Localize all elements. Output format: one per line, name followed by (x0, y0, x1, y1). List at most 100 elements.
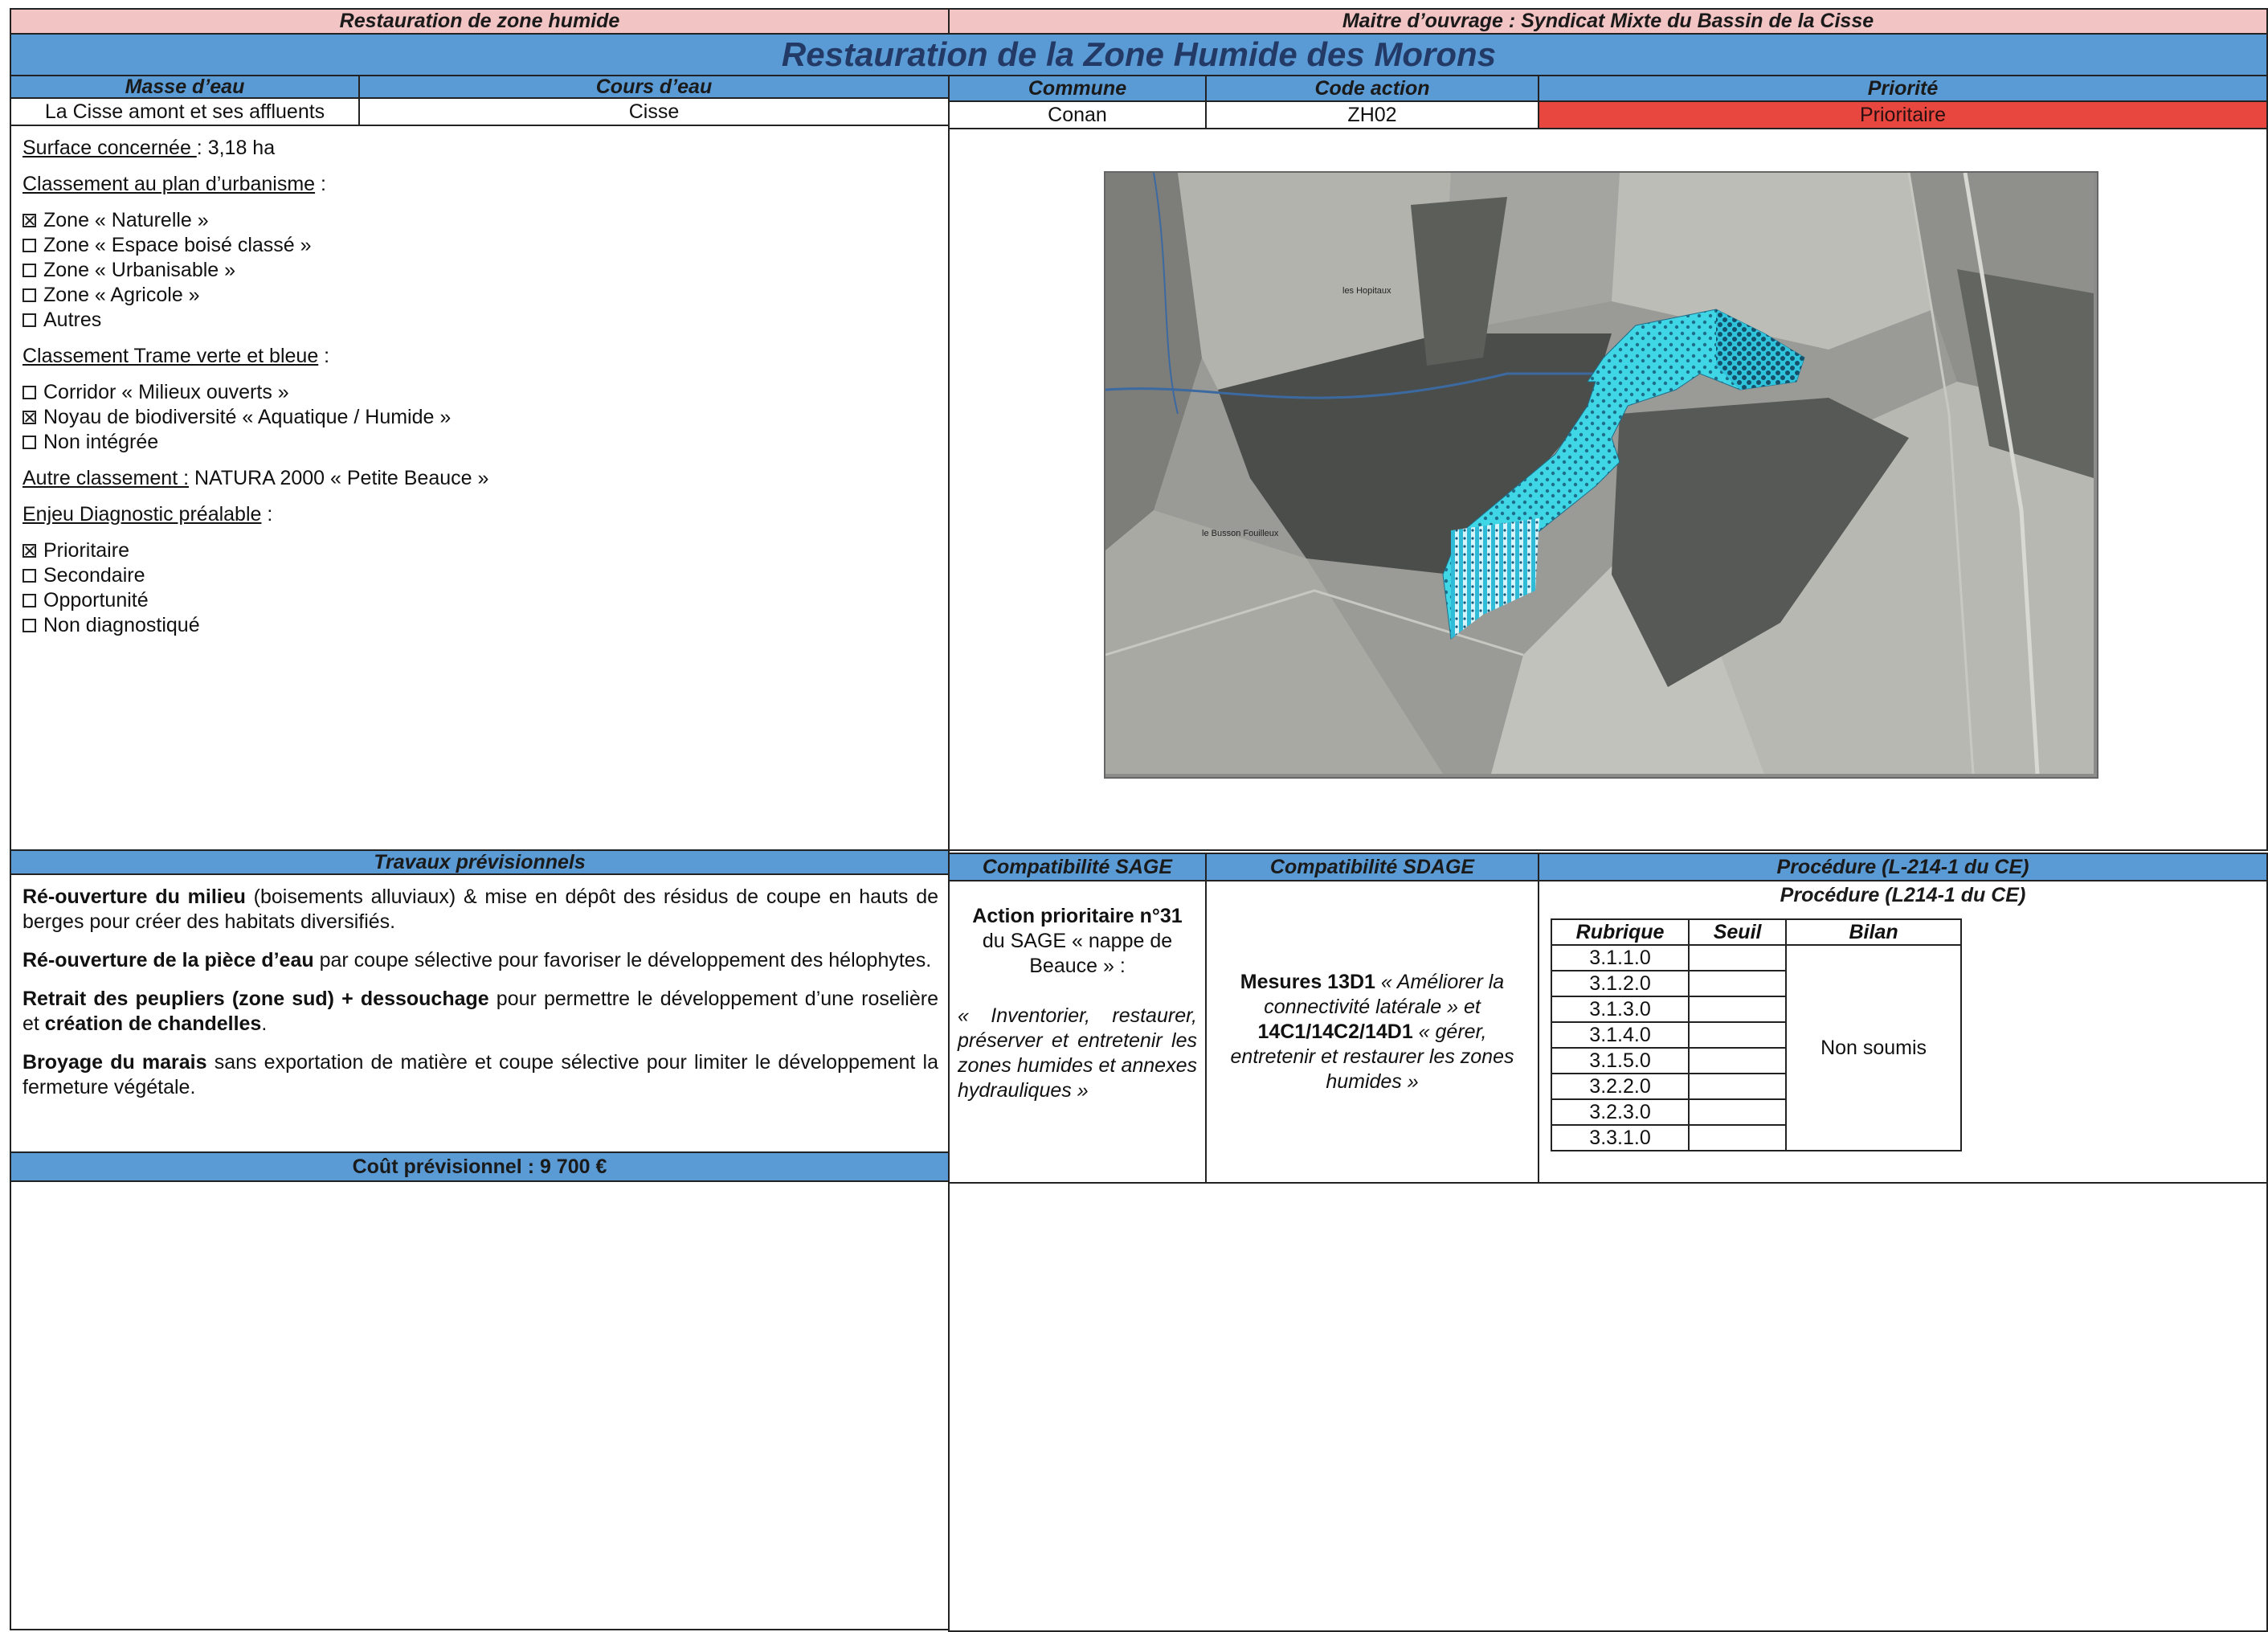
checked-box-icon[interactable] (22, 411, 36, 424)
sdage-measure-1: Mesures 13D1 (1240, 971, 1375, 993)
trame-label: Classement Trame verte et bleue (22, 345, 319, 367)
commune-label: Commune (948, 75, 1207, 102)
travaux-item-4-bold: Broyage du marais (22, 1051, 207, 1074)
procedure-panel: Procédure (L214-1 du CE) Rubrique Seuil … (1538, 880, 2268, 1184)
cout-previsionnel-header: Coût prévisionnel : 9 700 € (10, 1151, 950, 1182)
travaux-item-3-bold: Retrait des peupliers (zone sud) + desso… (22, 988, 489, 1010)
trame-item: Non intégrée (22, 430, 938, 455)
seuil-cell (1688, 944, 1788, 971)
travaux-item-2: Ré-ouverture de la pièce d’eau par coupe… (22, 948, 938, 973)
seuil-cell (1688, 970, 1788, 997)
seuil-cell (1688, 1073, 1788, 1100)
trame-checklist: Corridor « Milieux ouverts » Noyau de bio… (22, 380, 938, 455)
enjeu-item: Secondaire (22, 563, 938, 588)
surface-value: : 3,18 ha (196, 137, 276, 159)
page-title: Restauration de la Zone Humide des Moron… (781, 35, 1497, 73)
doc-type-header: Restauration de zone humide (10, 8, 950, 35)
seuil-cell (1688, 1124, 1788, 1151)
unchecked-box-icon[interactable] (22, 569, 36, 583)
urbanisme-item: Zone « Espace boisé classé » (22, 233, 938, 258)
rubrique-cell: 3.1.1.0 (1550, 944, 1690, 971)
enjeu-checklist: Prioritaire Secondaire Opportunité Non diag… (22, 538, 938, 638)
sage-action-source: du SAGE « nappe de Beauce » : (982, 930, 1173, 977)
urbanisme-item-label: Zone « Espace boisé classé » (43, 234, 312, 256)
col-bilan: Bilan (1785, 918, 1962, 946)
trame-item-label: Noyau de biodiversité « Aquatique / Humi… (43, 406, 452, 428)
trame-item-label: Corridor « Milieux ouverts » (43, 381, 289, 403)
sdage-measure-2: 14C1/14C2/14D1 (1257, 1021, 1413, 1043)
lower-left-empty-panel (10, 1180, 950, 1630)
details-panel: Surface concernée : 3,18 ha Classement a… (10, 125, 950, 851)
rubrique-cell: 3.1.2.0 (1550, 970, 1690, 997)
col-rubrique: Rubrique (1550, 918, 1690, 946)
sdage-header: Compatibilité SDAGE (1205, 853, 1539, 881)
trame-item: Corridor « Milieux ouverts » (22, 380, 938, 405)
masse-eau-value: La Cisse amont et ses affluents (10, 97, 360, 126)
surface-label: Surface concernée (22, 137, 197, 159)
enjeu-item-label: Non diagnostiqué (43, 614, 200, 636)
unchecked-box-icon[interactable] (22, 264, 36, 277)
trame-item-label: Non intégrée (43, 431, 159, 453)
bilan-cell: Non soumis (1785, 944, 1962, 1151)
map-panel: les Hopitaux le Busson Fouilleux (948, 128, 2268, 851)
checked-box-icon[interactable] (22, 544, 36, 558)
masse-eau-label: Masse d’eau (10, 75, 360, 99)
urbanisme-item-label: Zone « Naturelle » (43, 209, 209, 231)
travaux-item-3: Retrait des peupliers (zone sud) + desso… (22, 987, 938, 1037)
unchecked-box-icon[interactable] (22, 386, 36, 399)
urbanisme-checklist: Zone « Naturelle » Zone « Espace boisé cl… (22, 208, 938, 333)
title-band: Restauration de la Zone Humide des Moron… (10, 33, 2268, 76)
procedure-subtitle: Procédure (L214-1 du CE) (1780, 883, 2026, 906)
code-action-label: Code action (1205, 75, 1539, 102)
unchecked-box-icon[interactable] (22, 594, 36, 607)
rubrique-cell: 3.3.1.0 (1550, 1124, 1690, 1151)
urbanisme-item-label: Zone « Agricole » (43, 284, 200, 306)
map-label-hopitaux: les Hopitaux (1342, 286, 1391, 296)
unchecked-box-icon[interactable] (22, 619, 36, 632)
unchecked-box-icon[interactable] (22, 288, 36, 302)
travaux-item-2-bold: Ré-ouverture de la pièce d’eau (22, 949, 314, 971)
enjeu-item: Opportunité (22, 588, 938, 613)
sdage-panel: Mesures 13D1 « Améliorer la connectivité… (1205, 880, 1539, 1184)
unchecked-box-icon[interactable] (22, 313, 36, 327)
sage-header: Compatibilité SAGE (948, 853, 1207, 881)
rubrique-cell: 3.1.5.0 (1550, 1047, 1690, 1074)
travaux-item-1: Ré-ouverture du milieu (boisements alluv… (22, 885, 938, 935)
travaux-panel: Ré-ouverture du milieu (boisements alluv… (10, 873, 950, 1153)
urbanisme-item: Zone « Urbanisable » (22, 258, 938, 283)
priorite-label: Priorité (1538, 75, 2268, 102)
col-seuil: Seuil (1688, 918, 1788, 946)
autre-value: NATURA 2000 « Petite Beauce » (189, 467, 489, 489)
table-row: 3.1.1.0 Non soumis (1550, 944, 1962, 1151)
procedure-header: Procédure (L-214-1 du CE) (1538, 853, 2268, 881)
trame-item: Noyau de biodiversité « Aquatique / Humi… (22, 405, 938, 430)
urbanisme-item: Autres (22, 308, 938, 333)
rubrique-cell: 3.1.4.0 (1550, 1021, 1690, 1049)
checked-box-icon[interactable] (22, 214, 36, 227)
enjeu-item-label: Prioritaire (43, 539, 129, 562)
autre-label: Autre classement : (22, 467, 190, 489)
travaux-item-2-text: par coupe sélective pour favoriser le dé… (313, 949, 932, 971)
sage-panel: Action prioritaire n°31 du SAGE « nappe … (948, 880, 1207, 1184)
travaux-header: Travaux prévisionnels (10, 849, 950, 875)
rubrique-cell: 3.1.3.0 (1550, 996, 1690, 1023)
maitre-ouvrage-header: Maitre d’ouvrage : Syndicat Mixte du Bas… (948, 8, 2268, 35)
seuil-cell (1688, 996, 1788, 1023)
trame-suffix: : (318, 345, 330, 367)
unchecked-box-icon[interactable] (22, 436, 36, 449)
urbanisme-item-label: Autres (43, 309, 102, 331)
cours-eau-label: Cours d’eau (358, 75, 950, 99)
rubrique-cell: 3.2.2.0 (1550, 1073, 1690, 1100)
trame-heading: Classement Trame verte et bleue : (22, 344, 938, 369)
unchecked-box-icon[interactable] (22, 239, 36, 252)
aerial-map-image: les Hopitaux le Busson Fouilleux (1105, 173, 2094, 775)
enjeu-item: Non diagnostiqué (22, 613, 938, 638)
enjeu-label: Enjeu Diagnostic préalable (22, 503, 262, 526)
enjeu-heading: Enjeu Diagnostic préalable : (22, 502, 938, 527)
enjeu-item-label: Secondaire (43, 564, 145, 587)
code-action-value: ZH02 (1205, 100, 1539, 129)
seuil-cell (1688, 1047, 1788, 1074)
map-label-busson: le Busson Fouilleux (1202, 529, 1279, 538)
sage-action-title: Action prioritaire n°31 (972, 905, 1183, 927)
travaux-item-3-bold2: création de chandelles (44, 1012, 262, 1035)
